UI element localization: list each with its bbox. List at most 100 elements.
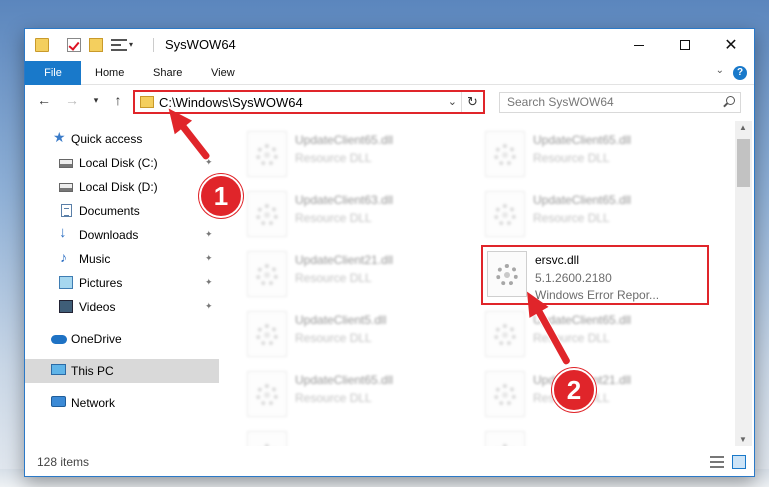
tab-home[interactable]: Home [85,61,134,85]
file-name: UpdateClient65.dll [295,133,394,147]
pin-icon[interactable]: ✦ [205,277,214,287]
gear-icon [256,384,278,406]
tab-view[interactable]: View [201,61,245,85]
new-folder-icon[interactable] [89,38,103,52]
sidebar-item-onedrive[interactable]: OneDrive [25,327,219,351]
file-tile[interactable]: UpdateClient63.dll Resource DLL [243,187,481,243]
sidebar-item-pictures[interactable]: Pictures ✦ [25,271,219,295]
file-tile[interactable]: UpdateClient65.dll Resource DLL [243,367,481,423]
documents-icon [61,204,72,217]
file-description: Resource DLL [295,271,372,285]
sidebar-item-local-disk-c[interactable]: Local Disk (C:) ✦ [25,151,219,175]
properties-check-icon[interactable] [67,38,81,52]
sidebar-item-label: Local Disk (D:) [79,180,158,194]
file-description: Resource DLL [295,331,372,345]
file-description: Resource DLL [533,151,610,165]
network-icon [51,396,66,407]
address-dropdown-icon[interactable]: ⌄ [448,95,457,108]
dll-file-icon [247,371,287,417]
file-explorer-window: ▾ SysWOW64 ✕ File Home Share View ⌄ ? ← … [24,28,755,477]
annotation-badge-2: 2 [552,368,596,412]
window-title: SysWOW64 [165,37,236,52]
address-bar[interactable]: C:\Windows\SysWOW64 ⌄ ↻ [133,90,485,114]
file-description: Resource DLL [533,211,610,225]
search-input[interactable]: Search SysWOW64 [507,95,614,109]
sidebar-item-network[interactable]: Network [25,391,219,415]
title-bar: ▾ SysWOW64 ✕ [25,29,754,61]
quick-access-dropdown-icon[interactable]: ▾ [129,40,137,54]
file-tile[interactable] [481,427,719,446]
file-description: Resource DLL [295,391,372,405]
file-tile[interactable]: UpdateClient5.dll Resource DLL [243,307,481,363]
disk-icon [59,183,73,192]
file-name: UpdateClient5.dll [295,313,387,327]
gear-icon [256,204,278,226]
dll-file-icon [485,131,525,177]
sidebar-item-label: Music [79,252,111,266]
maximize-icon [680,40,690,50]
up-arrow-icon[interactable]: ↑ [109,92,127,108]
status-bar: 128 items [25,448,754,476]
dll-file-icon [247,431,287,446]
file-tile[interactable]: UpdateClient65.dll Resource DLL [481,307,719,363]
scroll-down-icon[interactable]: ▼ [739,435,747,444]
sidebar-item-downloads[interactable]: ↓ Downloads ✦ [25,223,219,247]
gear-icon [494,444,516,446]
sidebar-item-videos[interactable]: Videos ✦ [25,295,219,319]
sidebar-item-label: Downloads [79,228,139,242]
sidebar-item-documents[interactable]: Documents ✦ [25,199,219,223]
sidebar-item-label: Network [71,396,116,410]
file-tile[interactable]: UpdateClient21.dll Resource DLL [481,367,719,423]
item-count: 128 items [37,455,90,469]
gear-icon [494,324,516,346]
forward-arrow-icon[interactable]: → [63,92,81,108]
ersvc-highlight-box [481,245,709,305]
sidebar-item-this-pc[interactable]: This PC [25,359,219,383]
vertical-scrollbar[interactable]: ▲ ▼ [735,121,752,446]
sidebar-item-local-disk-d[interactable]: Local Disk (D:) ✦ [25,175,219,199]
search-box[interactable]: Search SysWOW64 [499,92,741,113]
scroll-thumb[interactable] [737,139,750,187]
minimize-icon [634,44,644,46]
recent-locations-icon[interactable]: ▾ [87,95,105,106]
file-tile[interactable]: UpdateClient65.dll Resource DLL [481,127,719,183]
close-button[interactable]: ✕ [708,29,754,61]
sidebar-item-label: This PC [71,364,114,378]
dll-file-icon [247,251,287,297]
cloud-icon [51,335,67,344]
tab-file[interactable]: File [25,61,81,85]
file-name: UpdateClient63.dll [295,193,394,207]
gear-icon [256,264,278,286]
expand-ribbon-icon[interactable]: ⌄ [716,65,724,76]
sidebar-item-music[interactable]: ♪ Music ✦ [25,247,219,271]
customize-list-icon[interactable] [111,39,127,51]
file-tile[interactable] [243,427,481,446]
maximize-button[interactable] [662,29,708,61]
folder-icon [35,38,49,52]
back-arrow-icon[interactable]: ← [35,92,53,108]
refresh-icon[interactable]: ↻ [461,92,483,112]
details-view-icon[interactable] [710,456,724,468]
file-tile[interactable]: UpdateClient65.dll Resource DLL [243,127,481,183]
pin-icon[interactable]: ✦ [205,229,214,239]
tab-share[interactable]: Share [143,61,192,85]
pin-icon[interactable]: ✦ [205,301,214,311]
close-icon: ✕ [724,37,738,54]
file-tile[interactable]: UpdateClient65.dll Resource DLL [481,187,719,243]
file-tile[interactable]: UpdateClient21.dll Resource DLL [243,247,481,303]
dll-file-icon [485,431,525,446]
dll-file-icon [485,311,525,357]
file-description: Resource DLL [295,151,372,165]
pin-icon[interactable]: ✦ [205,253,214,263]
sidebar-item-label: Videos [79,300,116,314]
tiles-view-icon[interactable] [732,455,746,469]
minimize-button[interactable] [616,29,662,61]
search-icon[interactable] [723,96,735,107]
file-name: UpdateClient65.dll [295,373,394,387]
scroll-up-icon[interactable]: ▲ [739,123,747,132]
file-name: UpdateClient21.dll [295,253,394,267]
gear-icon [256,324,278,346]
help-icon[interactable]: ? [733,66,747,80]
title-divider [153,38,154,52]
sidebar-item-label: Local Disk (C:) [79,156,158,170]
